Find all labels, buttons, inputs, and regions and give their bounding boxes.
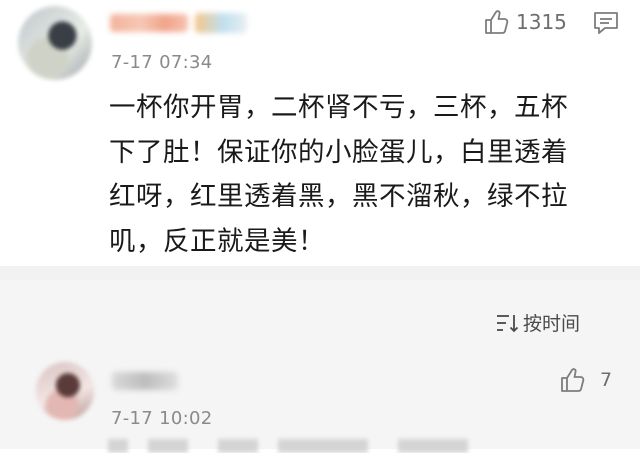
- sort-lines-icon: [497, 314, 519, 332]
- username-blurred[interactable]: [110, 14, 188, 32]
- comment-line: 红呀，红里透着黑，黑不溜秋，绿不拉: [109, 181, 568, 212]
- like-count: 7: [600, 369, 613, 391]
- avatar[interactable]: [36, 362, 94, 420]
- sort-by-time-button[interactable]: 按时间: [495, 309, 580, 336]
- section-divider: [0, 266, 640, 280]
- sort-label: 按时间: [523, 313, 581, 335]
- comment-timestamp: 7-17 10:02: [111, 408, 213, 429]
- comment-second: [0, 352, 640, 449]
- like-button[interactable]: 7: [558, 366, 612, 394]
- comment-body: 一杯你开胃，二杯肾不亏，三杯，五杯 下了肚！保证你的小脸蛋儿，白里透着 红呀，红…: [109, 86, 609, 264]
- avatar[interactable]: [18, 6, 92, 80]
- comment-timestamp: 7-17 07:34: [111, 52, 213, 73]
- truncated-comment-text: [108, 439, 528, 453]
- comment-line: 下了肚！保证你的小脸蛋儿，白里透着: [109, 136, 568, 168]
- username-blurred[interactable]: [112, 372, 178, 390]
- comment-line: 叽，反正就是美！: [109, 225, 325, 257]
- like-button[interactable]: 1315: [482, 8, 567, 36]
- comment-bubble-icon: [594, 12, 618, 34]
- thumbs-up-icon: [561, 368, 585, 392]
- thumbs-up-icon: [485, 10, 509, 34]
- comment-main: 7-17 07:34 1315 一杯你开胃，二杯肾不亏，三杯，五杯 下了肚！保证…: [0, 0, 640, 266]
- user-badge-blurred: [195, 13, 247, 33]
- like-count: 1315: [516, 10, 567, 34]
- comment-line: 一杯你开胃，二杯肾不亏，三杯，五杯: [109, 92, 568, 123]
- reply-button[interactable]: [592, 10, 620, 40]
